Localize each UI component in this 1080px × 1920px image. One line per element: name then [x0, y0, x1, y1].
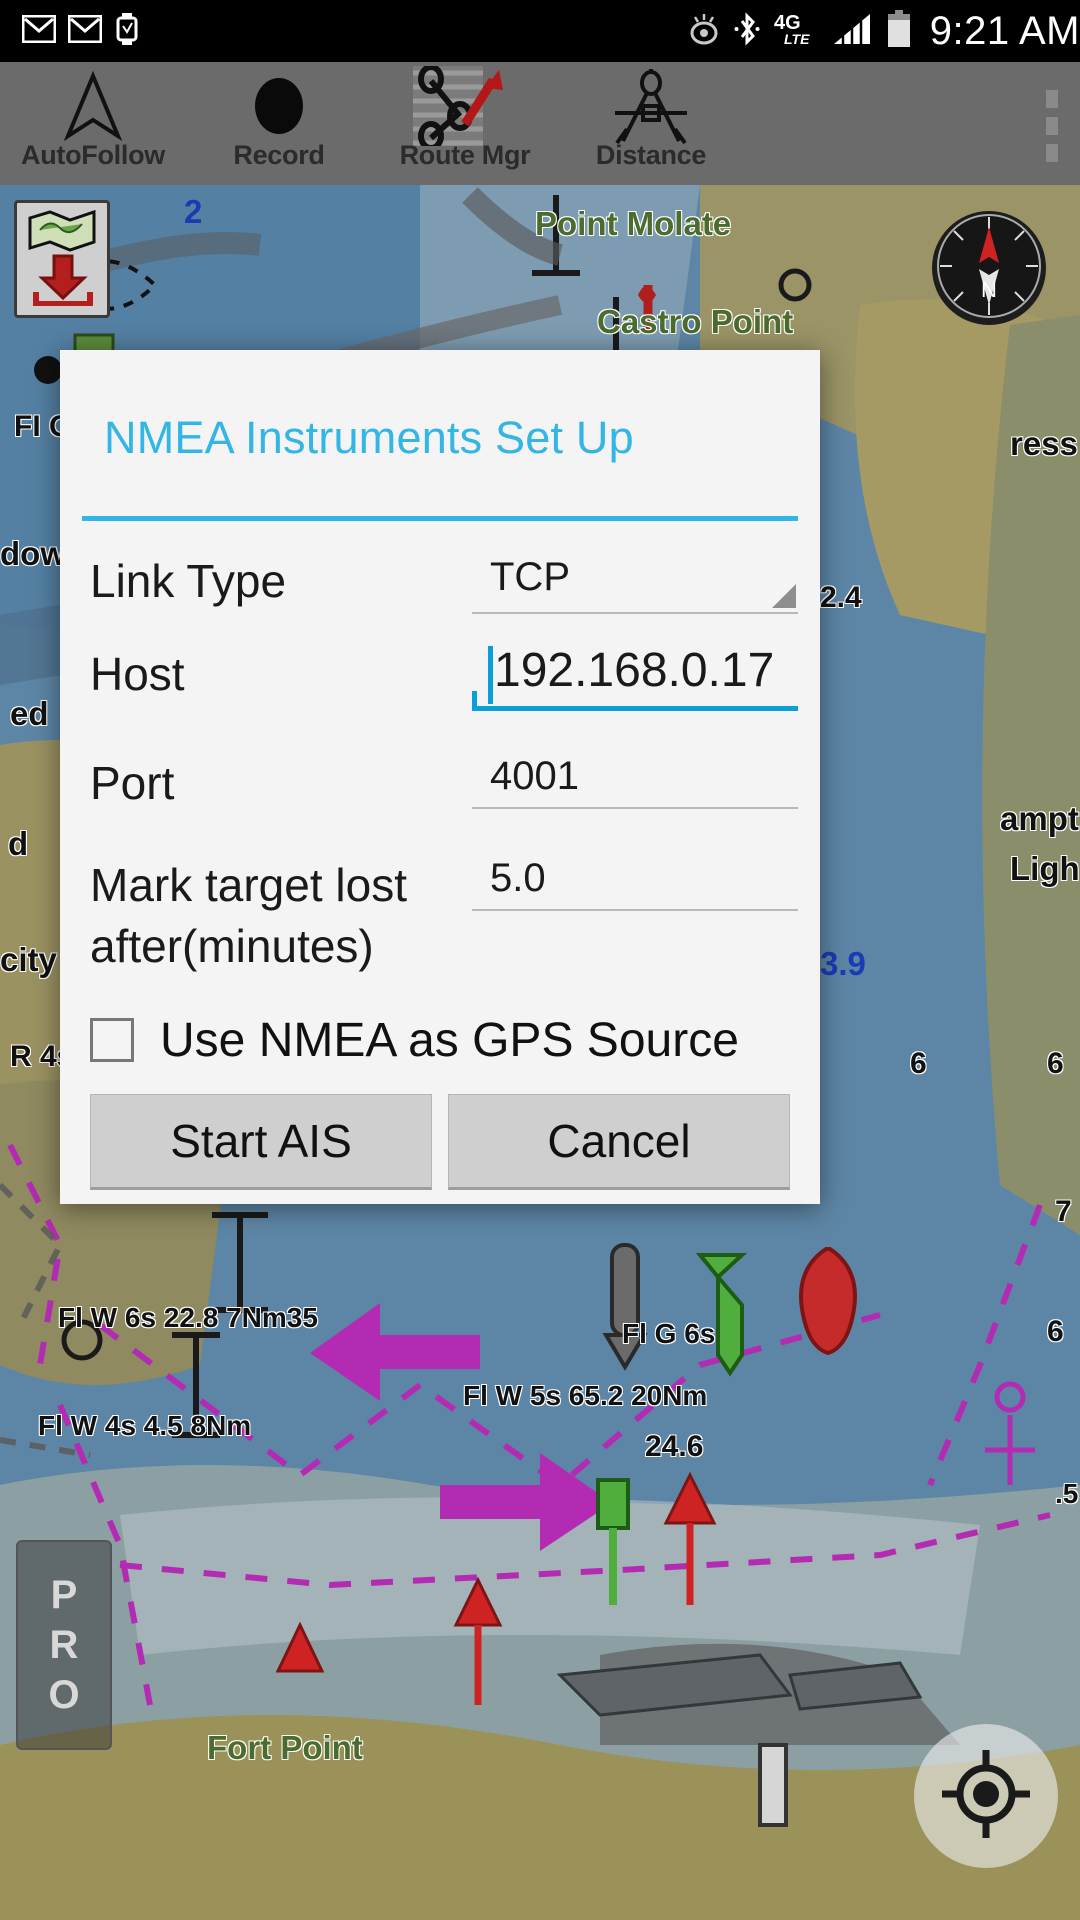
spinner-caret-icon: [772, 584, 796, 608]
link-type-spinner[interactable]: TCP: [472, 551, 798, 614]
use-nmea-gps-checkbox[interactable]: [90, 1018, 134, 1063]
dialog-title-divider: [82, 516, 798, 521]
dialog-body: Link Type TCP Host 192.168.0.17 Port 400…: [60, 551, 820, 1204]
nmea-setup-dialog: NMEA Instruments Set Up Link Type TCP Ho…: [60, 350, 820, 1204]
field-row-host: Host 192.168.0.17: [82, 644, 798, 712]
host-value: 192.168.0.17: [494, 644, 775, 697]
start-ais-button[interactable]: Start AIS: [90, 1093, 432, 1190]
use-nmea-gps-row[interactable]: Use NMEA as GPS Source: [82, 1013, 798, 1068]
dialog-button-row: Start AIS Cancel: [82, 1068, 798, 1204]
dialog-title: NMEA Instruments Set Up: [104, 412, 634, 463]
field-control-port: 4001: [472, 753, 798, 810]
field-label-link-type: Link Type: [90, 555, 287, 607]
link-type-value: TCP: [490, 555, 570, 599]
field-label-port: Port: [90, 757, 175, 810]
field-row-mark-target-lost: Mark target lost after(minutes) 5.0: [82, 855, 798, 977]
mark-target-lost-input[interactable]: 5.0: [472, 855, 798, 911]
field-label-host: Host: [90, 648, 185, 700]
text-cursor: [488, 646, 493, 704]
mark-target-lost-value: 5.0: [490, 855, 546, 900]
use-nmea-gps-label: Use NMEA as GPS Source: [160, 1013, 739, 1067]
field-row-port: Port 4001: [82, 753, 798, 814]
field-label-mark-target-lost: Mark target lost after(minutes): [90, 858, 407, 972]
cancel-button[interactable]: Cancel: [448, 1093, 790, 1190]
port-value: 4001: [490, 754, 579, 799]
port-input[interactable]: 4001: [472, 753, 798, 810]
field-control-mark-target-lost: 5.0: [472, 855, 798, 911]
field-row-link-type: Link Type TCP: [82, 551, 798, 614]
phone-screen: 4G LTE 9:21 AM AutoFollow Record Route M…: [0, 0, 1080, 1920]
field-control-link-type: TCP: [472, 551, 798, 614]
field-control-host: 192.168.0.17: [472, 644, 798, 712]
host-input[interactable]: 192.168.0.17: [472, 644, 798, 712]
